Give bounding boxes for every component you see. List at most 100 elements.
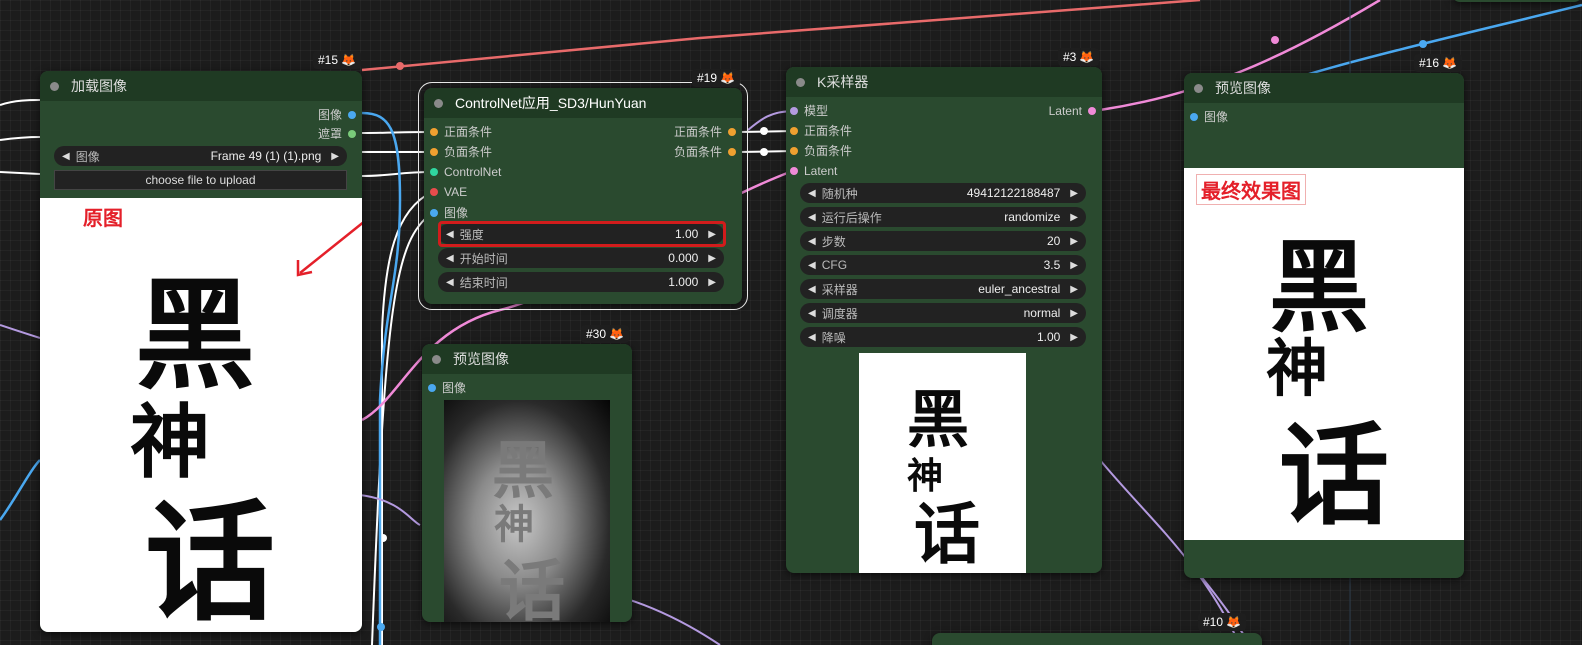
increment-arrow-icon[interactable]: ▶ (1070, 308, 1078, 319)
collapse-dot-icon[interactable] (796, 77, 805, 87)
decrement-arrow-icon[interactable]: ◀ (62, 151, 70, 162)
seed-input[interactable]: ◀ 随机种 49412122188487 ▶ (800, 183, 1086, 203)
increment-arrow-icon[interactable]: ▶ (1070, 236, 1078, 247)
slot-label: 正面条件 (444, 125, 493, 139)
output-slot-positive[interactable]: 正面条件 (674, 124, 736, 140)
collapse-dot-icon[interactable] (50, 81, 59, 91)
fox-icon: 🦊 (341, 53, 356, 67)
end-percent-slider[interactable]: ◀ 结束时间 1.000 ▶ (438, 272, 724, 292)
partial-node-10[interactable] (932, 633, 1262, 645)
badge-text: #16 (1419, 56, 1440, 70)
slot-label: 正面条件 (673, 125, 722, 139)
increment-arrow-icon[interactable]: ▶ (708, 253, 716, 264)
increment-arrow-icon[interactable]: ▶ (1070, 284, 1078, 295)
slot-dot-icon[interactable] (728, 128, 736, 136)
slot-label: 正面条件 (804, 124, 853, 138)
collapse-dot-icon[interactable] (1194, 83, 1203, 93)
widget-value: Frame 49 (1) (1).png (210, 149, 322, 163)
output-slot-latent[interactable]: Latent (1049, 103, 1096, 119)
final-result-annotation: 最终效果图 (1196, 174, 1306, 205)
input-slot-negative[interactable]: 负面条件 (790, 143, 852, 159)
input-slot-image[interactable]: 图像 (430, 205, 468, 221)
slot-dot-icon[interactable] (728, 148, 736, 156)
output-slot-mask[interactable]: 遮罩 (318, 126, 356, 142)
widget-value: 0.000 (668, 251, 699, 265)
slot-label: 负面条件 (444, 145, 493, 159)
widget-label: 步数 (821, 234, 846, 249)
input-slot-image[interactable]: 图像 (1190, 109, 1228, 125)
slot-dot-icon[interactable] (348, 111, 356, 119)
increment-arrow-icon[interactable]: ▶ (708, 277, 716, 288)
input-slot-positive[interactable]: 正面条件 (790, 123, 852, 139)
slot-dot-icon[interactable] (430, 168, 438, 176)
slot-dot-icon[interactable] (430, 209, 438, 217)
input-slot-positive[interactable]: 正面条件 (430, 124, 492, 140)
increment-arrow-icon[interactable]: ▶ (1070, 212, 1078, 223)
decrement-arrow-icon[interactable]: ◀ (446, 253, 454, 264)
slot-dot-icon[interactable] (1088, 107, 1096, 115)
input-slot-latent[interactable]: Latent (790, 163, 837, 179)
upload-button[interactable]: choose file to upload (54, 170, 347, 190)
node-title-bar[interactable]: ControlNet应用_SD3/HunYuan (424, 88, 742, 118)
preview-image-node-16[interactable]: 预览图像 图像 最终效果图 黑 神 话 (1184, 73, 1464, 578)
slot-dot-icon[interactable] (348, 130, 356, 138)
input-slot-vae[interactable]: VAE (430, 184, 467, 200)
decrement-arrow-icon[interactable]: ◀ (808, 308, 816, 319)
slot-label: 遮罩 (317, 127, 342, 141)
decrement-arrow-icon[interactable]: ◀ (808, 332, 816, 343)
node-title-bar[interactable]: K采样器 (786, 67, 1102, 97)
control-after-generate-combo[interactable]: ◀ 运行后操作 randomize ▶ (800, 207, 1086, 227)
preview-image-node-30[interactable]: 预览图像 图像 黑 神 话 (422, 344, 632, 622)
partial-node-top-right[interactable] (1452, 0, 1582, 2)
input-slot-model[interactable]: 模型 (790, 103, 828, 119)
decrement-arrow-icon[interactable]: ◀ (808, 260, 816, 271)
input-slot-negative[interactable]: 负面条件 (430, 144, 492, 160)
ksampler-node[interactable]: K采样器 模型 正面条件 负面条件 Latent Latent ◀ 随机种 49… (786, 67, 1102, 573)
denoise-input[interactable]: ◀ 降噪 1.00 ▶ (800, 327, 1086, 347)
depth-preview-image: 黑 神 话 (444, 400, 610, 622)
increment-arrow-icon[interactable]: ▶ (331, 151, 339, 162)
collapse-dot-icon[interactable] (432, 354, 441, 364)
slot-dot-icon[interactable] (790, 167, 798, 175)
output-slot-negative[interactable]: 负面条件 (674, 144, 736, 160)
increment-arrow-icon[interactable]: ▶ (1070, 332, 1078, 343)
slot-dot-icon[interactable] (790, 127, 798, 135)
slot-dot-icon[interactable] (430, 128, 438, 136)
load-image-node[interactable]: 加载图像 图像 遮罩 ◀ 图像 Frame 49 (1) (1).png ▶ c… (40, 71, 362, 632)
cfg-input[interactable]: ◀ CFG 3.5 ▶ (800, 255, 1086, 275)
increment-arrow-icon[interactable]: ▶ (1070, 260, 1078, 271)
decrement-arrow-icon[interactable]: ◀ (808, 188, 816, 199)
decrement-arrow-icon[interactable]: ◀ (808, 284, 816, 295)
widget-label: 调度器 (821, 306, 858, 321)
decrement-arrow-icon[interactable]: ◀ (808, 236, 816, 247)
input-slot-controlnet[interactable]: ControlNet (430, 164, 501, 180)
decrement-arrow-icon[interactable]: ◀ (808, 212, 816, 223)
widget-value: 1.000 (668, 275, 699, 289)
widget-value: 1.00 (1036, 330, 1061, 344)
slot-dot-icon[interactable] (430, 148, 438, 156)
scheduler-combo[interactable]: ◀ 调度器 normal ▶ (800, 303, 1086, 323)
controlnet-apply-node[interactable]: ControlNet应用_SD3/HunYuan 正面条件 负面条件 Contr… (418, 82, 748, 310)
start-percent-slider[interactable]: ◀ 开始时间 0.000 ▶ (438, 248, 724, 268)
steps-input[interactable]: ◀ 步数 20 ▶ (800, 231, 1086, 251)
widget-label: 采样器 (821, 282, 858, 297)
collapse-dot-icon[interactable] (434, 98, 443, 108)
increment-arrow-icon[interactable]: ▶ (1070, 188, 1078, 199)
decrement-arrow-icon[interactable]: ◀ (446, 277, 454, 288)
node-title-bar[interactable]: 预览图像 (422, 344, 632, 374)
input-slot-image[interactable]: 图像 (428, 380, 466, 396)
slot-dot-icon[interactable] (430, 188, 438, 196)
node-title-bar[interactable]: 预览图像 (1184, 73, 1464, 103)
slot-dot-icon[interactable] (790, 107, 798, 115)
slot-label: 负面条件 (804, 144, 853, 158)
node-title-bar[interactable]: 加载图像 (40, 71, 362, 101)
image-file-combo[interactable]: ◀ 图像 Frame 49 (1) (1).png ▶ (54, 146, 347, 166)
node-title: 预览图像 (453, 351, 509, 367)
output-slot-image[interactable]: 图像 (318, 107, 356, 123)
widget-label: 结束时间 (459, 275, 508, 290)
slot-dot-icon[interactable] (790, 147, 798, 155)
sampler-combo[interactable]: ◀ 采样器 euler_ancestral ▶ (800, 279, 1086, 299)
slot-dot-icon[interactable] (1190, 113, 1198, 121)
badge-text: #30 (586, 327, 607, 341)
slot-dot-icon[interactable] (428, 384, 436, 392)
